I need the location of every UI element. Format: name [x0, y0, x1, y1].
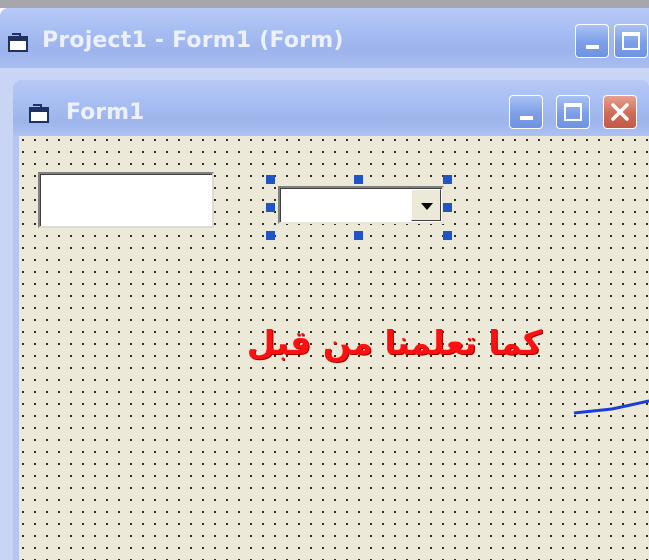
close-icon	[611, 103, 629, 121]
form1-window-title: Form1	[66, 100, 145, 125]
selection-handle-bottom[interactable]	[354, 231, 363, 240]
selection-handle-bottom-left[interactable]	[266, 231, 275, 240]
annotation-text: كما تعلمنا من قبل	[246, 323, 542, 362]
selection-handle-top[interactable]	[354, 175, 363, 184]
form-window-icon	[29, 104, 53, 129]
form1-minimize-button[interactable]	[509, 95, 543, 129]
minimize-icon	[520, 116, 533, 120]
combobox-control[interactable]	[278, 186, 444, 224]
textbox-control[interactable]	[38, 172, 214, 228]
minimize-icon	[586, 45, 599, 49]
form1-window[interactable]: Form1	[13, 80, 649, 560]
desktop-strip	[0, 0, 649, 8]
form-window-icon	[8, 33, 32, 58]
form1-maximize-button[interactable]	[556, 95, 590, 129]
designer-maximize-button[interactable]	[614, 24, 648, 58]
designer-window-title: Project1 - Form1 (Form)	[42, 28, 344, 53]
selection-handle-right[interactable]	[443, 203, 452, 212]
form1-close-button[interactable]	[603, 95, 637, 129]
maximize-icon	[622, 32, 640, 50]
selection-handle-bottom-right[interactable]	[443, 231, 452, 240]
selection-handle-top-right[interactable]	[443, 175, 452, 184]
maximize-icon	[564, 103, 582, 121]
form1-title-bar[interactable]: Form1	[13, 80, 649, 136]
selection-handle-top-left[interactable]	[266, 175, 275, 184]
selection-handle-left[interactable]	[266, 203, 275, 212]
combobox-dropdown-button[interactable]	[411, 189, 441, 221]
designer-title-bar[interactable]: Project1 - Form1 (Form)	[0, 8, 649, 68]
designer-minimize-button[interactable]	[575, 24, 609, 58]
